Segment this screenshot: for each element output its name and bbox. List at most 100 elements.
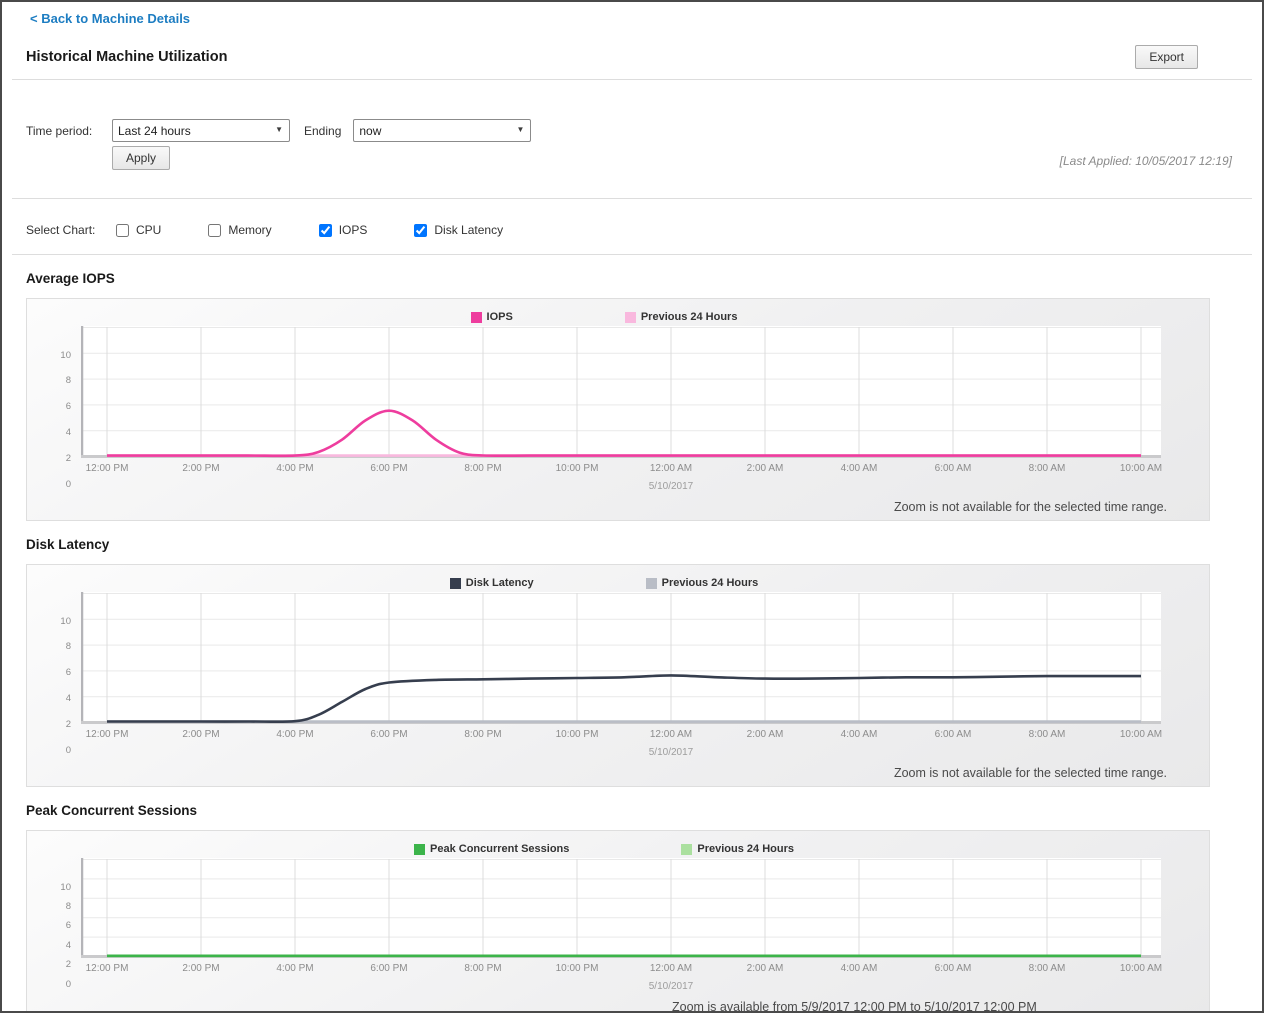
y-tick-label: 10	[60, 616, 71, 627]
previous-24-hours-label: Previous 24 Hours	[641, 311, 738, 323]
disk-latency-series-label: Disk Latency	[466, 577, 534, 589]
x-tick-label: 6:00 AM	[935, 729, 972, 740]
apply-button[interactable]: Apply	[112, 146, 170, 170]
x-tick-label: 4:00 AM	[841, 963, 878, 974]
peak-concurrent-sessions-x-axis-date: 5/10/2017	[27, 981, 1209, 993]
peak-concurrent-sessions-zoom-note: Zoom is available from 5/9/2017 12:00 PM…	[27, 1000, 1209, 1013]
average-iops-x-axis-date: 5/10/2017	[27, 481, 1209, 493]
disk-latency-legend: Disk Latency Previous 24 Hours	[13, 565, 1195, 592]
average-iops-chart-plot	[81, 326, 1161, 458]
disk-latency-series-swatch	[450, 578, 461, 589]
x-tick-label: 2:00 AM	[747, 463, 784, 474]
legend-item-disk-latency: Disk Latency	[450, 574, 534, 592]
memory-checkbox-label[interactable]: Memory	[228, 223, 271, 237]
legend-item-previous-24-hours: Previous 24 Hours	[625, 308, 738, 326]
x-tick-label: 6:00 PM	[370, 963, 407, 974]
export-button[interactable]: Export	[1135, 45, 1198, 69]
memory-checkbox[interactable]	[208, 224, 221, 237]
disk-latency-title: Disk Latency	[26, 537, 1262, 552]
x-tick-label: 12:00 PM	[86, 963, 129, 974]
y-tick-label: 4	[66, 427, 71, 438]
disk-latency-zoom-note: Zoom is not available for the selected t…	[27, 766, 1209, 780]
legend-item-peak-concurrent-sessions: Peak Concurrent Sessions	[414, 840, 569, 858]
ending-label: Ending	[304, 124, 341, 138]
x-tick-label: 10:00 AM	[1120, 729, 1162, 740]
select-chart-divider	[12, 254, 1252, 255]
legend-item-previous-24-hours: Previous 24 Hours	[681, 840, 794, 858]
x-tick-label: 10:00 AM	[1120, 963, 1162, 974]
average-iops-y-axis: 0246810	[27, 326, 81, 458]
x-tick-label: 10:00 AM	[1120, 463, 1162, 474]
average-iops-title: Average IOPS	[26, 271, 1262, 286]
peak-concurrent-sessions-section: Peak Concurrent Sessions Peak Concurrent…	[26, 803, 1262, 1013]
x-tick-label: 4:00 PM	[276, 963, 313, 974]
x-axis-date-label: 5/10/2017	[649, 481, 694, 492]
x-tick-label: 12:00 PM	[86, 463, 129, 474]
y-tick-label: 8	[66, 901, 71, 912]
chart-option-iops: IOPS	[319, 223, 368, 237]
x-tick-label: 6:00 PM	[370, 463, 407, 474]
ending-select[interactable]: now	[353, 119, 531, 142]
x-tick-label: 6:00 PM	[370, 729, 407, 740]
last-applied-text: [Last Applied: 10/05/2017 12:19]	[1060, 154, 1232, 168]
disk-latency-panel: Disk Latency Previous 24 Hours 0246810 1…	[26, 564, 1210, 787]
previous-24-hours-label: Previous 24 Hours	[662, 577, 759, 589]
chart-option-cpu: CPU	[116, 223, 161, 237]
previous-24-hours-swatch	[646, 578, 657, 589]
cpu-checkbox[interactable]	[116, 224, 129, 237]
previous-24-hours-swatch	[681, 844, 692, 855]
x-tick-label: 8:00 AM	[1029, 463, 1066, 474]
disk-latency-checkbox-label[interactable]: Disk Latency	[434, 223, 503, 237]
x-tick-label: 12:00 PM	[86, 729, 129, 740]
x-tick-label: 12:00 AM	[650, 463, 692, 474]
x-tick-label: 2:00 PM	[182, 963, 219, 974]
peak-concurrent-sessions-chart-plot[interactable]	[81, 858, 1161, 958]
x-tick-label: 2:00 PM	[182, 463, 219, 474]
x-tick-label: 8:00 AM	[1029, 963, 1066, 974]
x-tick-label: 6:00 AM	[935, 963, 972, 974]
x-tick-label: 8:00 AM	[1029, 729, 1066, 740]
chart-option-memory: Memory	[208, 223, 271, 237]
y-tick-label: 6	[66, 920, 71, 931]
time-period-select[interactable]: Last 24 hours	[112, 119, 290, 142]
iops-series-label: IOPS	[487, 311, 513, 323]
filters-section: Time period: Last 24 hours Ending now Ap…	[2, 119, 1262, 170]
x-tick-label: 4:00 PM	[276, 729, 313, 740]
disk-latency-section: Disk Latency Disk Latency Previous 24 Ho…	[26, 537, 1262, 787]
disk-latency-chart-plot	[81, 592, 1161, 724]
x-tick-label: 6:00 AM	[935, 463, 972, 474]
peak-concurrent-sessions-y-axis: 0246810	[27, 858, 81, 958]
filters-divider	[12, 198, 1252, 199]
x-tick-label: 4:00 AM	[841, 463, 878, 474]
page-title: Historical Machine Utilization	[26, 49, 227, 65]
disk-latency-y-axis: 0246810	[27, 592, 81, 724]
x-tick-label: 8:00 PM	[464, 963, 501, 974]
legend-item-iops: IOPS	[471, 308, 513, 326]
x-tick-label: 8:00 PM	[464, 463, 501, 474]
y-tick-label: 8	[66, 375, 71, 386]
peak-concurrent-sessions-title: Peak Concurrent Sessions	[26, 803, 1262, 818]
disk-latency-x-axis-date: 5/10/2017	[27, 747, 1209, 759]
back-to-machine-details-link[interactable]: < Back to Machine Details	[30, 11, 190, 26]
iops-series-swatch	[471, 312, 482, 323]
x-tick-label: 2:00 AM	[747, 729, 784, 740]
ending-select-wrap: now	[353, 119, 531, 142]
x-tick-label: 12:00 AM	[650, 729, 692, 740]
x-tick-label: 8:00 PM	[464, 729, 501, 740]
select-chart-label: Select Chart:	[26, 223, 116, 237]
iops-checkbox-label[interactable]: IOPS	[339, 223, 368, 237]
cpu-checkbox-label[interactable]: CPU	[136, 223, 161, 237]
average-iops-section: Average IOPS IOPS Previous 24 Hours 0246…	[26, 271, 1262, 521]
iops-checkbox[interactable]	[319, 224, 332, 237]
x-tick-label: 4:00 PM	[276, 463, 313, 474]
peak-concurrent-sessions-x-axis: 12:00 PM 2:00 PM 4:00 PM 6:00 PM 8:00 PM 10:0…	[27, 963, 1209, 976]
average-iops-zoom-note: Zoom is not available for the selected t…	[27, 500, 1209, 514]
time-period-select-wrap: Last 24 hours	[112, 119, 290, 142]
x-tick-label: 2:00 AM	[747, 963, 784, 974]
disk-latency-checkbox[interactable]	[414, 224, 427, 237]
average-iops-x-axis: 12:00 PM 2:00 PM 4:00 PM 6:00 PM 8:00 PM 10:0…	[27, 463, 1209, 476]
x-tick-label: 10:00 PM	[556, 963, 599, 974]
x-tick-label: 10:00 PM	[556, 463, 599, 474]
peak-concurrent-sessions-legend: Peak Concurrent Sessions Previous 24 Hou…	[13, 831, 1195, 858]
peak-concurrent-sessions-swatch	[414, 844, 425, 855]
